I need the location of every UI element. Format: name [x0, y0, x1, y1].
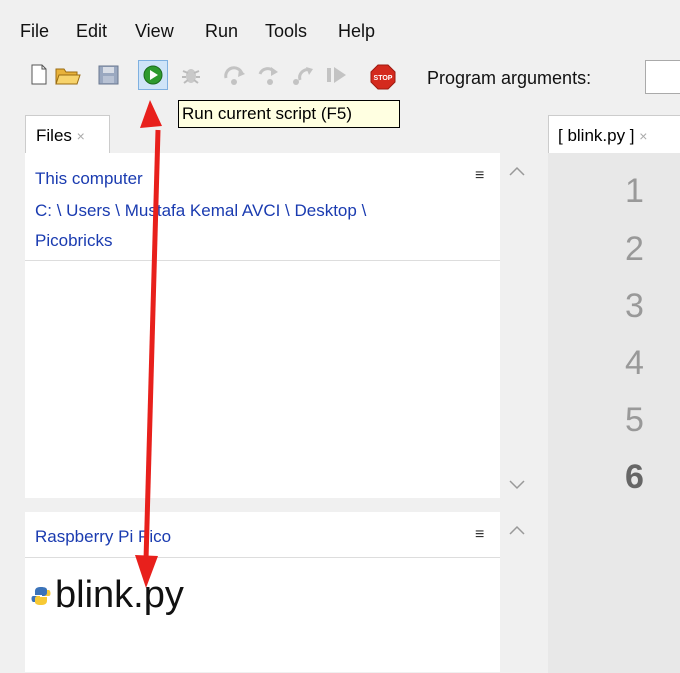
menu-view[interactable]: View: [135, 21, 174, 42]
scrollbar[interactable]: [500, 512, 535, 672]
menu-tools[interactable]: Tools: [265, 21, 307, 42]
menu-bar: File Edit View Run Tools Help: [0, 0, 680, 50]
save-icon[interactable]: [98, 64, 120, 86]
line-number: 2: [625, 230, 644, 268]
line-number-current: 6: [625, 458, 644, 496]
editor-gutter: [548, 153, 680, 673]
line-number: 1: [625, 172, 644, 210]
scrollbar[interactable]: [500, 153, 535, 498]
scroll-up-icon: [509, 525, 525, 535]
stop-icon[interactable]: STOP: [370, 64, 396, 90]
menu-icon[interactable]: ≡: [475, 526, 484, 544]
line-number: 3: [625, 287, 644, 325]
program-arguments-label: Program arguments:: [427, 68, 592, 88]
divider: [25, 557, 500, 558]
close-icon[interactable]: ×: [639, 128, 647, 144]
this-computer-pane: This computer C: \ Users \ Mustafa Kemal…: [25, 153, 500, 498]
run-button[interactable]: [138, 60, 168, 90]
tab-files[interactable]: Files ×: [25, 115, 110, 153]
close-icon[interactable]: ×: [77, 128, 85, 144]
step-over-icon[interactable]: [222, 64, 248, 86]
file-blink-py[interactable]: blink.py: [55, 574, 184, 617]
step-into-icon[interactable]: [256, 64, 282, 86]
menu-run[interactable]: Run: [205, 21, 238, 42]
run-icon: [143, 65, 163, 85]
step-out-icon[interactable]: [290, 64, 316, 86]
menu-edit[interactable]: Edit: [76, 21, 107, 42]
editor-tab-label: [ blink.py ]: [558, 126, 635, 145]
run-tooltip: Run current script (F5): [178, 100, 400, 128]
current-path[interactable]: C: \ Users \ Mustafa Kemal AVCI \ Deskto…: [35, 201, 366, 221]
line-number: 4: [625, 344, 644, 382]
line-number: 5: [625, 401, 644, 439]
divider: [25, 260, 500, 261]
menu-file[interactable]: File: [20, 21, 49, 42]
program-arguments-input[interactable]: [645, 60, 680, 94]
new-file-icon[interactable]: [30, 64, 48, 86]
pico-title: Raspberry Pi Pico: [35, 527, 172, 546]
menu-icon[interactable]: ≡: [475, 167, 484, 185]
tab-blink-py[interactable]: [ blink.py ] ×: [548, 115, 680, 153]
window-edge: [0, 0, 10, 664]
this-computer-title: This computer: [35, 169, 143, 188]
menu-help[interactable]: Help: [338, 21, 375, 42]
open-folder-icon[interactable]: [55, 64, 81, 86]
scroll-arrows-icon: [509, 166, 525, 490]
current-path-folder[interactable]: Picobricks: [35, 231, 112, 251]
tab-files-label: Files: [36, 126, 72, 145]
python-file-icon: [31, 587, 51, 605]
svg-text:STOP: STOP: [374, 75, 393, 82]
resume-icon[interactable]: [325, 64, 349, 86]
debug-icon[interactable]: [180, 64, 202, 86]
